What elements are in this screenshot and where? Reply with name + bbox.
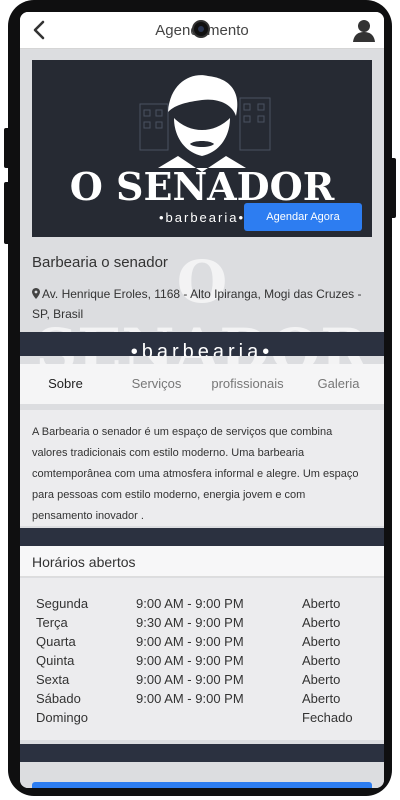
divider-strip [20, 744, 384, 762]
hours-row: Domingo Fechado [20, 710, 384, 729]
hours-status: Fechado [302, 710, 353, 725]
hours-time: 9:00 AM - 9:00 PM [136, 634, 244, 649]
phone-side-button [390, 158, 396, 218]
hours-row: Quarta 9:00 AM - 9:00 PM Aberto [20, 634, 384, 653]
shop-name: Barbearia o senador [32, 254, 168, 271]
strip-text: •barbearia• [130, 341, 274, 356]
hours-status: Aberto [302, 634, 341, 649]
hours-row: Terça 9:30 AM - 9:00 PM Aberto [20, 615, 384, 634]
hours-status: Aberto [302, 691, 341, 706]
about-text: A Barbearia o senador é um espaço de ser… [32, 426, 359, 522]
hours-day: Segunda [36, 596, 89, 611]
hours-day: Domingo [36, 710, 89, 725]
divider-strip [20, 528, 384, 546]
hours-day: Sexta [36, 672, 70, 687]
book-now-button[interactable]: Agendar Agora [244, 203, 362, 231]
hours-day: Sábado [36, 691, 81, 706]
hours-time: 9:00 AM - 9:00 PM [136, 653, 244, 668]
hours-row: Sábado 9:00 AM - 9:00 PM Aberto [20, 691, 384, 710]
app-screen: Agendamento O SENADOR •barbearia• Agenda… [20, 12, 384, 788]
tab-servicos[interactable]: Serviços [111, 364, 202, 404]
about-section: A Barbearia o senador é um espaço de ser… [20, 410, 384, 526]
hours-title: Horários abertos [32, 554, 136, 570]
tab-galeria[interactable]: Galeria [293, 364, 384, 404]
tab-sobre[interactable]: Sobre [20, 364, 111, 404]
tab-bar: Sobre Serviços profissionais Galeria [20, 364, 384, 404]
hours-status: Aberto [302, 653, 341, 668]
hours-row: Sexta 9:00 AM - 9:00 PM Aberto [20, 672, 384, 691]
user-avatar-icon[interactable] [350, 16, 378, 44]
hours-time: 9:00 AM - 9:00 PM [136, 691, 244, 706]
hours-header: Horários abertos [20, 546, 384, 577]
hours-day: Quinta [36, 653, 75, 668]
hours-status: Aberto [302, 672, 341, 687]
shop-address: Av. Henrique Eroles, 1168 - Alto Ipirang… [32, 284, 372, 324]
tab-profissionais[interactable]: profissionais [202, 364, 293, 404]
hours-table: Segunda 9:00 AM - 9:00 PM Aberto Terça 9… [20, 578, 384, 740]
hours-row: Quinta 9:00 AM - 9:00 PM Aberto [20, 653, 384, 672]
hours-status: Aberto [302, 615, 341, 630]
hours-time: 9:30 AM - 9:00 PM [136, 615, 244, 630]
banner-strip: •barbearia• [20, 332, 384, 356]
shop-address-text: Av. Henrique Eroles, 1168 - Alto Ipirang… [32, 287, 362, 321]
phone-side-button [4, 182, 10, 244]
hours-row: Segunda 9:00 AM - 9:00 PM Aberto [20, 596, 384, 615]
hours-day: Quarta [36, 634, 76, 649]
phone-side-button [4, 128, 10, 168]
hours-time: 9:00 AM - 9:00 PM [136, 672, 244, 687]
bottom-action-bar[interactable] [32, 782, 372, 788]
location-pin-icon [32, 288, 40, 299]
hours-time: 9:00 AM - 9:00 PM [136, 596, 244, 611]
camera-notch [192, 20, 210, 38]
hours-day: Terça [36, 615, 68, 630]
hours-status: Aberto [302, 596, 341, 611]
